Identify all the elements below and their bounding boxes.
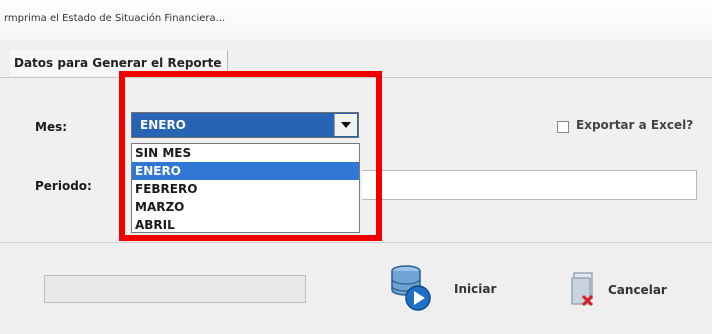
dropdown-arrow-button[interactable]	[334, 114, 357, 136]
option-sin-mes[interactable]: SIN MES	[132, 144, 359, 162]
window-titlebar: rmprima el Estado de Situación Financier…	[0, 0, 712, 41]
mes-selected-value: ENERO	[140, 118, 186, 132]
exportar-excel-label[interactable]: Exportar a Excel?	[576, 118, 693, 132]
periodo-field[interactable]	[362, 170, 697, 200]
mes-dropdown[interactable]: ENERO	[131, 112, 359, 138]
iniciar-button-label: Iniciar	[454, 282, 497, 296]
option-marzo[interactable]: MARZO	[132, 198, 359, 216]
option-febrero[interactable]: FEBRERO	[132, 180, 359, 198]
cancelar-button[interactable]: Cancelar	[570, 270, 685, 310]
chevron-down-icon	[341, 122, 351, 128]
mes-label: Mes:	[35, 120, 68, 134]
tab-datos-reporte[interactable]: Datos para Generar el Reporte	[10, 50, 229, 76]
option-enero[interactable]: ENERO	[132, 162, 359, 180]
option-abril[interactable]: ABRIL	[132, 216, 359, 232]
cancel-document-icon	[571, 272, 594, 307]
iniciar-button[interactable]: Iniciar	[388, 262, 508, 316]
tab-strip: Datos para Generar el Reporte	[0, 40, 712, 77]
progress-bar	[44, 275, 306, 303]
database-play-icon	[391, 265, 431, 311]
exportar-excel-checkbox[interactable]	[557, 121, 569, 133]
mes-options-list[interactable]: SIN MES ENERO FEBRERO MARZO ABRIL	[131, 143, 360, 233]
cancelar-button-label: Cancelar	[608, 283, 667, 297]
periodo-label: Periodo:	[35, 179, 92, 193]
window-title: rmprima el Estado de Situación Financier…	[4, 13, 226, 24]
